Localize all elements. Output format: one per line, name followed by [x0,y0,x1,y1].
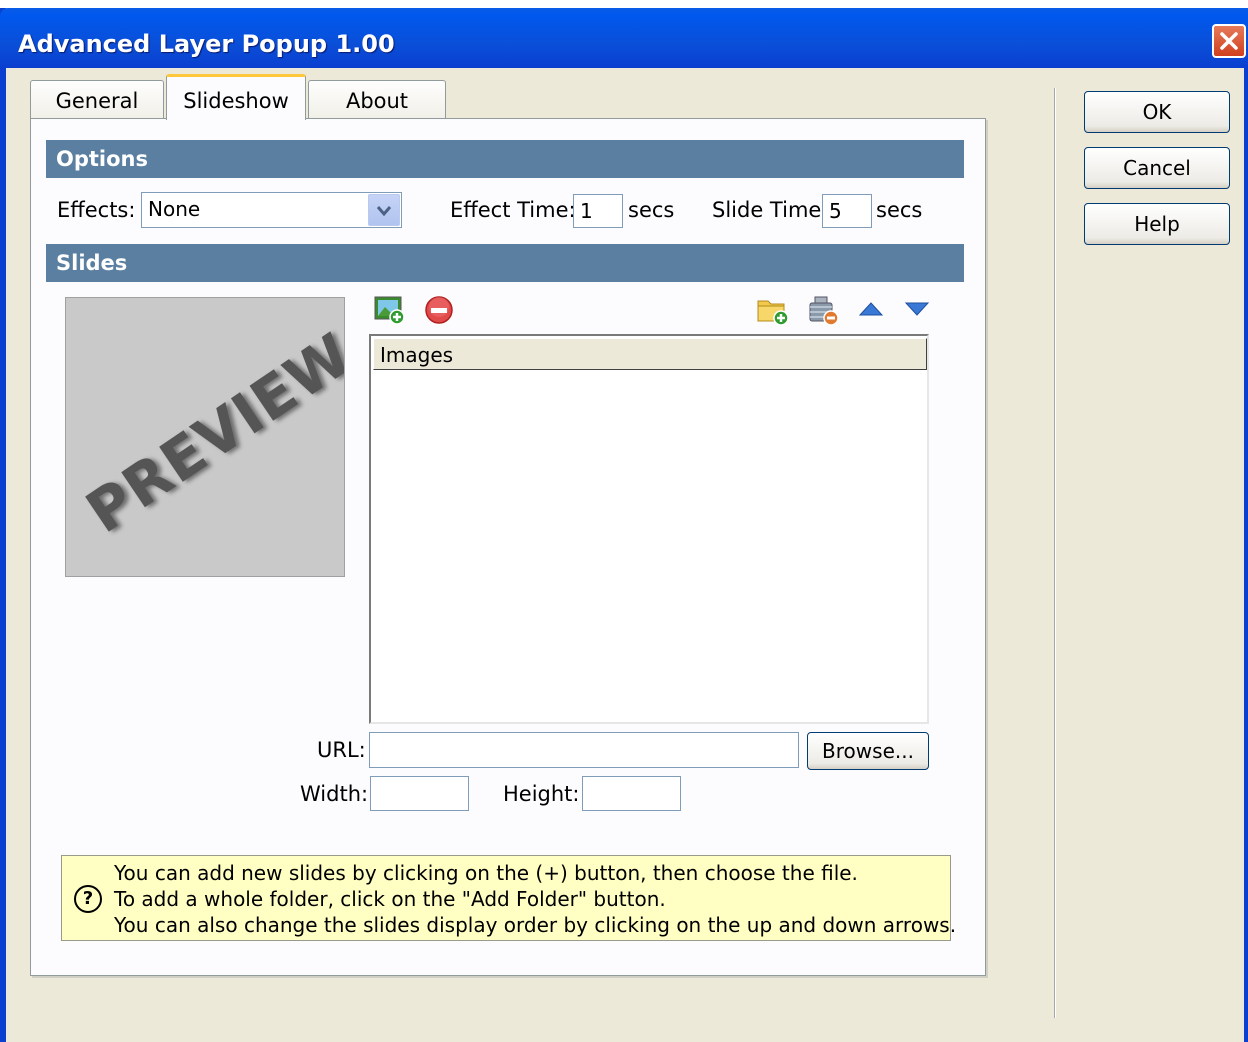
url-input[interactable] [369,732,799,768]
preview-image: PREVIEW [65,297,345,577]
title-bar[interactable]: Advanced Layer Popup 1.00 [0,8,1248,68]
help-button-label: Help [1134,212,1180,236]
ok-button-label: OK [1142,100,1172,124]
preview-watermark: PREVIEW [74,319,345,547]
images-list[interactable]: Images [369,334,929,724]
info-line-3: You can also change the slides display o… [114,913,957,937]
tab-about-label: About [345,89,409,113]
options-header: Options [46,140,964,178]
width-input[interactable] [370,776,469,811]
clear-list-icon[interactable] [806,293,840,327]
effect-time-unit: secs [628,198,675,222]
vertical-divider [1054,88,1056,1018]
slide-time-value: 5 [829,199,842,223]
images-column-header[interactable]: Images [373,338,927,370]
help-button[interactable]: Help [1084,203,1230,245]
url-label: URL: [317,738,366,762]
browse-button-label: Browse... [822,739,914,763]
effects-select[interactable]: None [141,192,402,228]
effects-value: None [148,197,201,221]
slide-time-label: Slide Time: [712,198,829,222]
tab-about[interactable]: About [308,80,446,120]
cancel-button[interactable]: Cancel [1084,147,1230,189]
slides-header: Slides [46,244,964,282]
height-input[interactable] [582,776,681,811]
effects-label: Effects: [57,198,136,222]
info-line-2: To add a whole folder, click on the "Add… [114,887,666,911]
effects-dropdown-button[interactable] [368,194,400,226]
move-down-icon[interactable] [902,293,936,327]
move-up-icon[interactable] [856,293,890,327]
window-title: Advanced Layer Popup 1.00 [18,30,395,58]
tab-general[interactable]: General [30,80,164,120]
tab-slideshow[interactable]: Slideshow [166,74,306,120]
close-button[interactable] [1212,24,1246,58]
help-icon: ? [74,885,102,913]
slide-time-input[interactable]: 5 [822,194,872,228]
tab-general-label: General [55,89,139,113]
ok-button[interactable]: OK [1084,91,1230,133]
width-label: Width: [300,782,369,806]
cancel-button-label: Cancel [1123,156,1191,180]
height-label: Height: [503,782,580,806]
effect-time-label: Effect Time: [450,198,576,222]
add-image-icon[interactable] [373,293,407,327]
add-folder-icon[interactable] [756,293,790,327]
tab-slideshow-label: Slideshow [183,89,289,113]
images-column-label: Images [380,343,454,367]
remove-icon[interactable] [423,293,457,327]
slide-time-unit: secs [876,198,923,222]
help-info-box: ? You can add new slides by clicking on … [61,855,956,941]
browse-button[interactable]: Browse... [807,732,929,770]
effect-time-value: 1 [580,199,593,223]
effect-time-input[interactable]: 1 [573,194,623,228]
info-line-1: You can add new slides by clicking on th… [114,861,858,885]
